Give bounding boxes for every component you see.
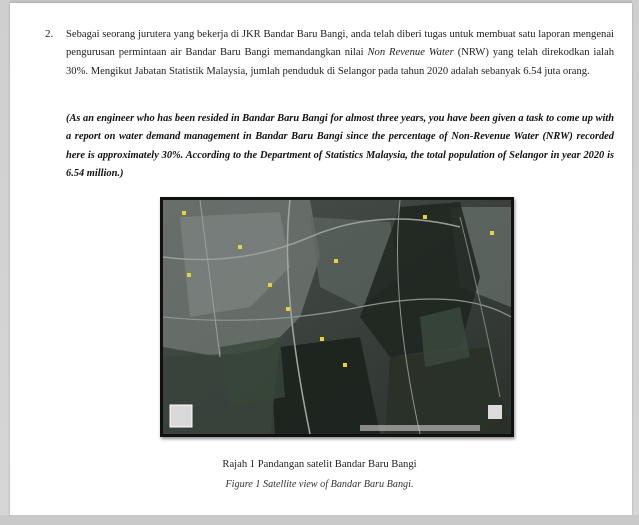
figure-caption-english: Figure 1 Satellite view of Bandar Baru B…: [225, 479, 414, 490]
figure-caption-malay: Rajah 1 Pandangan satelit Bandar Baru Ba…: [222, 459, 417, 470]
malay-text-italic-term: Non Revenue Water: [367, 47, 454, 59]
satellite-map-figure: [160, 197, 514, 437]
satellite-map-image: [162, 199, 512, 435]
viewer-bottom-edge: [0, 515, 639, 525]
question-text-malay: Sebagai seorang jurutera yang bekerja di…: [66, 26, 614, 81]
question-text-english: (As an engineer who has been resided in …: [66, 113, 614, 180]
question-number: 2.: [45, 28, 54, 40]
